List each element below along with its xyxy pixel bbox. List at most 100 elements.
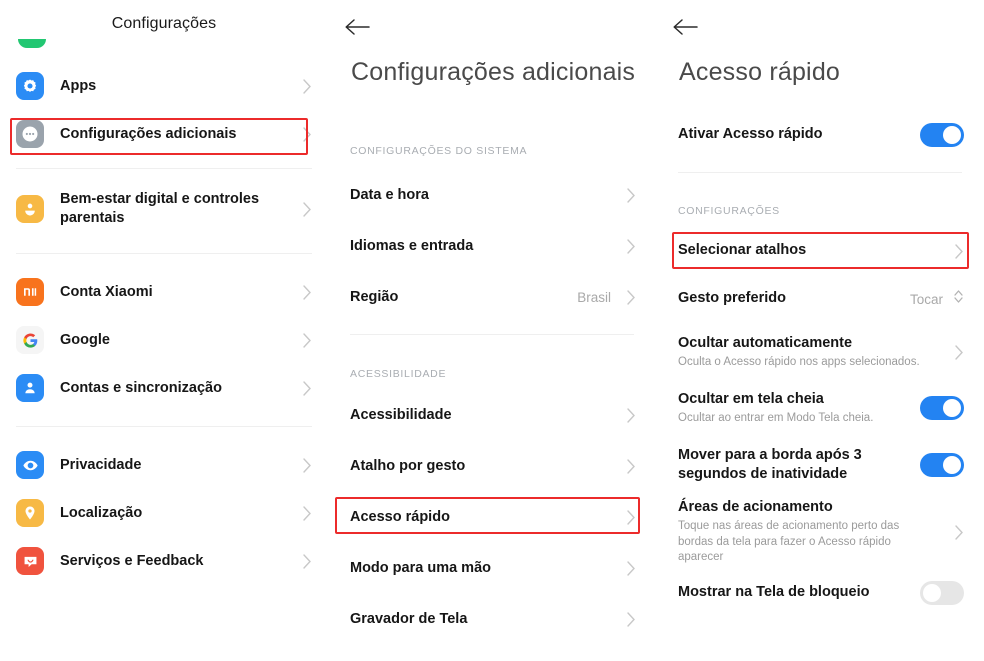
- row-trigger-areas[interactable]: Áreas de acionamento Toque nas áreas de …: [656, 494, 984, 570]
- list-item-value: Brasil: [577, 290, 611, 305]
- google-g-icon: [16, 326, 44, 354]
- list-item-one-handed-mode[interactable]: Modo para uma mão: [328, 543, 656, 594]
- sidebar-item-services-feedback[interactable]: Serviços e Feedback: [0, 537, 328, 585]
- list-item-region[interactable]: Região Brasil: [328, 272, 656, 323]
- sidebar-item-label: Google: [60, 331, 110, 348]
- chevron-right-icon: [303, 126, 312, 142]
- apps-gear-icon: [16, 72, 44, 100]
- section-header-settings: CONFIGURAÇÕES: [678, 205, 780, 217]
- toggle-knob: [923, 584, 941, 602]
- list-item-label: Gravador de Tela: [350, 610, 468, 627]
- toggle-hide-fullscreen[interactable]: [920, 396, 964, 420]
- sidebar-item-privacy[interactable]: Privacidade: [0, 441, 328, 489]
- section-divider: [678, 172, 962, 173]
- section-header-accessibility: ACESSIBILIDADE: [350, 368, 447, 380]
- location-pin-icon: [16, 499, 44, 527]
- row-label: Mover para a borda após 3 segundos de in…: [678, 446, 862, 482]
- row-label: Mostrar na Tela de bloqueio: [678, 584, 870, 601]
- chevron-right-icon: [627, 239, 636, 254]
- sidebar-item-label: Localização: [60, 504, 143, 521]
- toggle-move-to-edge[interactable]: [920, 453, 964, 477]
- row-label: Selecionar atalhos: [678, 242, 807, 259]
- list-item-label: Acessibilidade: [350, 406, 452, 423]
- page-title: Acesso rápido: [679, 58, 841, 86]
- chevron-right-icon: [627, 561, 636, 576]
- chevron-right-icon: [627, 459, 636, 474]
- list-item-label: Modo para uma mão: [350, 559, 491, 576]
- system-settings-group: Data e hora Idiomas e entrada Região Bra…: [328, 170, 656, 323]
- sidebar-item-label: Contas e sincronização: [60, 379, 222, 396]
- sidebar-item-xiaomi-account[interactable]: Conta Xiaomi: [0, 268, 328, 316]
- list-item-gesture-shortcut[interactable]: Atalho por gesto: [328, 441, 656, 492]
- toggle-enable-quick-access[interactable]: [920, 123, 964, 147]
- row-subtitle: Ocultar ao entrar em Modo Tela cheia.: [678, 411, 874, 424]
- sidebar-item-label: Privacidade: [60, 456, 142, 473]
- privacy-eye-icon: [16, 451, 44, 479]
- chevron-right-icon: [303, 380, 312, 396]
- row-enable-quick-access[interactable]: Ativar Acesso rápido: [656, 112, 984, 158]
- row-hide-fullscreen[interactable]: Ocultar em tela cheia Ocultar ao entrar …: [656, 380, 984, 436]
- list-item-label: Data e hora: [350, 186, 429, 203]
- xiaomi-mi-icon: [16, 278, 44, 306]
- chevron-right-icon: [627, 510, 636, 525]
- digital-wellbeing-person-icon: [16, 195, 44, 223]
- partial-green-icon: [18, 39, 46, 48]
- sidebar-item-label: Bem-estar digital e controles parentais: [60, 191, 260, 226]
- list-item-languages-input[interactable]: Idiomas e entrada: [328, 221, 656, 272]
- page-title: Configurações: [111, 15, 217, 32]
- chevron-right-icon: [627, 612, 636, 627]
- row-auto-hide[interactable]: Ocultar automaticamente Oculta o Acesso …: [656, 324, 984, 380]
- sidebar-item-digital-wellbeing[interactable]: Bem-estar digital e controles parentais: [0, 179, 328, 239]
- list-item-screen-recorder[interactable]: Gravador de Tela: [328, 594, 656, 645]
- row-label: Ocultar em tela cheia: [678, 390, 824, 407]
- list-divider: [16, 253, 312, 254]
- toggle-show-on-lockscreen[interactable]: [920, 581, 964, 605]
- list-item-label: Atalho por gesto: [350, 457, 466, 474]
- chevron-right-icon: [955, 243, 964, 259]
- row-preferred-gesture[interactable]: Gesto preferido Tocar: [656, 274, 984, 324]
- settings-list: Apps Configurações adicionais Bem-estar …: [0, 62, 328, 585]
- sidebar-item-label: Apps: [60, 77, 97, 94]
- chevron-right-icon: [303, 332, 312, 348]
- row-label: Gesto preferido: [678, 290, 786, 307]
- settings-panel: Configurações Apps Configurações adicion…: [0, 0, 328, 661]
- chevron-right-icon: [627, 408, 636, 423]
- row-subtitle: Oculta o Acesso rápido nos apps selecion…: [678, 355, 920, 368]
- chevron-right-icon: [303, 201, 312, 217]
- list-item-label: Região: [350, 288, 399, 305]
- row-label: Ocultar automaticamente: [678, 334, 853, 351]
- list-item-label: Acesso rápido: [350, 508, 450, 525]
- accessibility-group: Acessibilidade Atalho por gesto Acesso r…: [328, 390, 656, 645]
- list-divider: [16, 168, 312, 169]
- list-item-date-time[interactable]: Data e hora: [328, 170, 656, 221]
- sidebar-item-label: Configurações adicionais: [60, 125, 237, 142]
- sidebar-item-additional-settings[interactable]: Configurações adicionais: [0, 110, 328, 158]
- quick-access-settings-group: Selecionar atalhos Gesto preferido Tocar…: [656, 228, 984, 616]
- three-panel-screenshot: Configurações Apps Configurações adicion…: [0, 0, 984, 661]
- back-arrow-icon[interactable]: [672, 12, 706, 42]
- additional-settings-panel: Configurações adicionais CONFIGURAÇÕES D…: [328, 0, 656, 661]
- row-text-column: Áreas de acionamento Toque nas áreas de …: [678, 498, 947, 567]
- sidebar-item-apps[interactable]: Apps: [0, 62, 328, 110]
- sidebar-item-label: Serviços e Feedback: [60, 552, 204, 569]
- list-item-accessibility[interactable]: Acessibilidade: [328, 390, 656, 441]
- row-text-column: Ocultar automaticamente Oculta o Acesso …: [678, 334, 947, 371]
- row-show-on-lockscreen[interactable]: Mostrar na Tela de bloqueio: [656, 570, 984, 616]
- row-move-to-edge[interactable]: Mover para a borda após 3 segundos de in…: [656, 436, 984, 494]
- sidebar-item-accounts-sync[interactable]: Contas e sincronização: [0, 364, 328, 412]
- list-item-quick-access[interactable]: Acesso rápido: [328, 492, 656, 543]
- sidebar-item-google[interactable]: Google: [0, 316, 328, 364]
- toggle-knob: [943, 456, 961, 474]
- page-title: Configurações adicionais: [351, 58, 636, 86]
- back-arrow-icon[interactable]: [344, 12, 378, 42]
- chevron-right-icon: [303, 505, 312, 521]
- row-label: Ativar Acesso rápido: [678, 126, 823, 143]
- quick-access-panel: Acesso rápido Ativar Acesso rápido CONFI…: [656, 0, 984, 661]
- row-text-column: Mover para a borda após 3 segundos de in…: [678, 446, 920, 484]
- row-select-shortcuts[interactable]: Selecionar atalhos: [656, 228, 984, 274]
- sidebar-item-location[interactable]: Localização: [0, 489, 328, 537]
- chevron-right-icon: [303, 457, 312, 473]
- toggle-knob: [943, 399, 961, 417]
- chevron-updown-icon: [953, 288, 964, 310]
- chevron-right-icon: [627, 188, 636, 203]
